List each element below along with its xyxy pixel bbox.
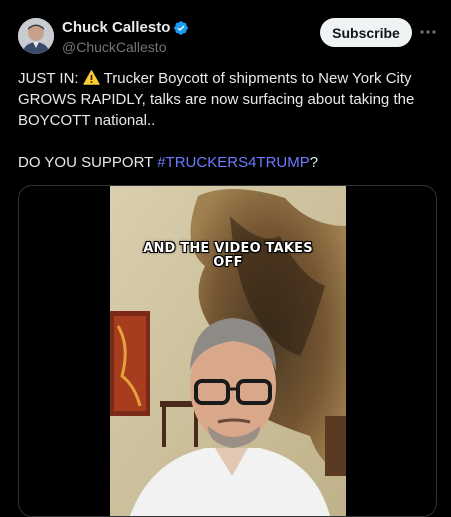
tweet-paragraph-1: JUST IN: Trucker Boycott of shipments to… [18, 68, 433, 131]
tweet-post: Chuck Callesto @ChuckCallesto Subscribe … [0, 0, 451, 517]
author-name[interactable]: Chuck Callesto [62, 19, 189, 36]
video-player[interactable]: AND THE VIDEO TAKES OFF [18, 185, 437, 517]
tweet-question-mark: ? [309, 154, 319, 171]
tweet-text: JUST IN: Trucker Boycott of shipments to… [18, 68, 433, 173]
hashtag-link[interactable]: #TRUCKERS4TRUMP [157, 154, 310, 171]
author-handle[interactable]: @ChuckCallesto [62, 39, 166, 55]
more-dots-icon[interactable] [418, 22, 438, 42]
subscribe-button[interactable]: Subscribe [320, 18, 412, 47]
video-thumbnail [110, 186, 346, 516]
video-frame[interactable]: AND THE VIDEO TAKES OFF [110, 186, 346, 516]
author-name-text[interactable]: Chuck Callesto [62, 19, 170, 36]
tweet-question: DO YOU SUPPORT [18, 154, 158, 171]
avatar-image [18, 18, 54, 54]
avatar[interactable] [18, 18, 54, 54]
verified-badge-icon [174, 20, 189, 35]
tweet-prefix: JUST IN: [18, 70, 83, 87]
video-caption: AND THE VIDEO TAKES OFF [143, 241, 313, 270]
warning-icon [83, 70, 100, 85]
tweet-paragraph-2: DO YOU SUPPORT #TRUCKERS4TRUMP? [18, 152, 433, 173]
